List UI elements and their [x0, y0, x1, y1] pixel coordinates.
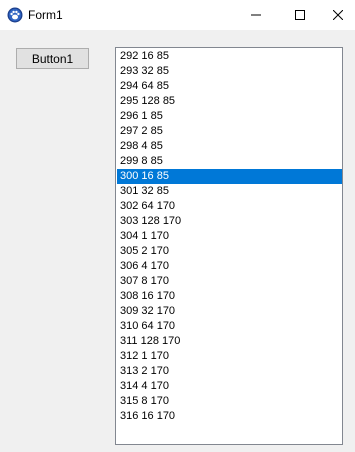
list-item[interactable]: 312 1 170 — [117, 349, 342, 364]
button1[interactable]: Button1 — [16, 48, 89, 69]
form1-window: Form1 Button1 292 16 85 293 32 85 294 64 8… — [0, 0, 355, 452]
minimize-button[interactable] — [233, 0, 279, 30]
list-item[interactable]: 294 64 85 — [117, 79, 342, 94]
list-item[interactable]: 311 128 170 — [117, 334, 342, 349]
close-icon — [333, 10, 343, 20]
list-item[interactable]: 313 2 170 — [117, 364, 342, 379]
list-item[interactable]: 307 8 170 — [117, 274, 342, 289]
maximize-button[interactable] — [277, 0, 323, 30]
minimize-icon — [251, 14, 261, 16]
listbox[interactable]: 292 16 85 293 32 85 294 64 85 295 128 85 296… — [115, 47, 343, 445]
list-item[interactable]: 295 128 85 — [117, 94, 342, 109]
list-item-selected[interactable]: 300 16 85 — [117, 169, 342, 184]
list-item[interactable]: 310 64 170 — [117, 319, 342, 334]
list-item[interactable]: 297 2 85 — [117, 124, 342, 139]
list-item[interactable]: 305 2 170 — [117, 244, 342, 259]
list-item[interactable]: 316 16 170 — [117, 409, 342, 424]
list-item[interactable]: 299 8 85 — [117, 154, 342, 169]
app-paw-icon — [7, 7, 23, 23]
list-item[interactable]: 298 4 85 — [117, 139, 342, 154]
list-item[interactable]: 296 1 85 — [117, 109, 342, 124]
listbox-items: 292 16 85 293 32 85 294 64 85 295 128 85 296… — [117, 49, 342, 424]
list-item[interactable]: 302 64 170 — [117, 199, 342, 214]
list-item[interactable]: 308 16 170 — [117, 289, 342, 304]
window-title: Form1 — [28, 8, 63, 22]
list-item[interactable]: 315 8 170 — [117, 394, 342, 409]
title-bar[interactable]: Form1 — [0, 0, 355, 30]
list-item[interactable]: 303 128 170 — [117, 214, 342, 229]
list-item[interactable]: 306 4 170 — [117, 259, 342, 274]
close-button[interactable] — [321, 0, 355, 30]
list-item[interactable]: 309 32 170 — [117, 304, 342, 319]
list-item[interactable]: 314 4 170 — [117, 379, 342, 394]
list-item[interactable]: 304 1 170 — [117, 229, 342, 244]
list-item[interactable]: 292 16 85 — [117, 49, 342, 64]
maximize-icon — [295, 10, 305, 20]
list-item[interactable]: 301 32 85 — [117, 184, 342, 199]
list-item[interactable]: 293 32 85 — [117, 64, 342, 79]
